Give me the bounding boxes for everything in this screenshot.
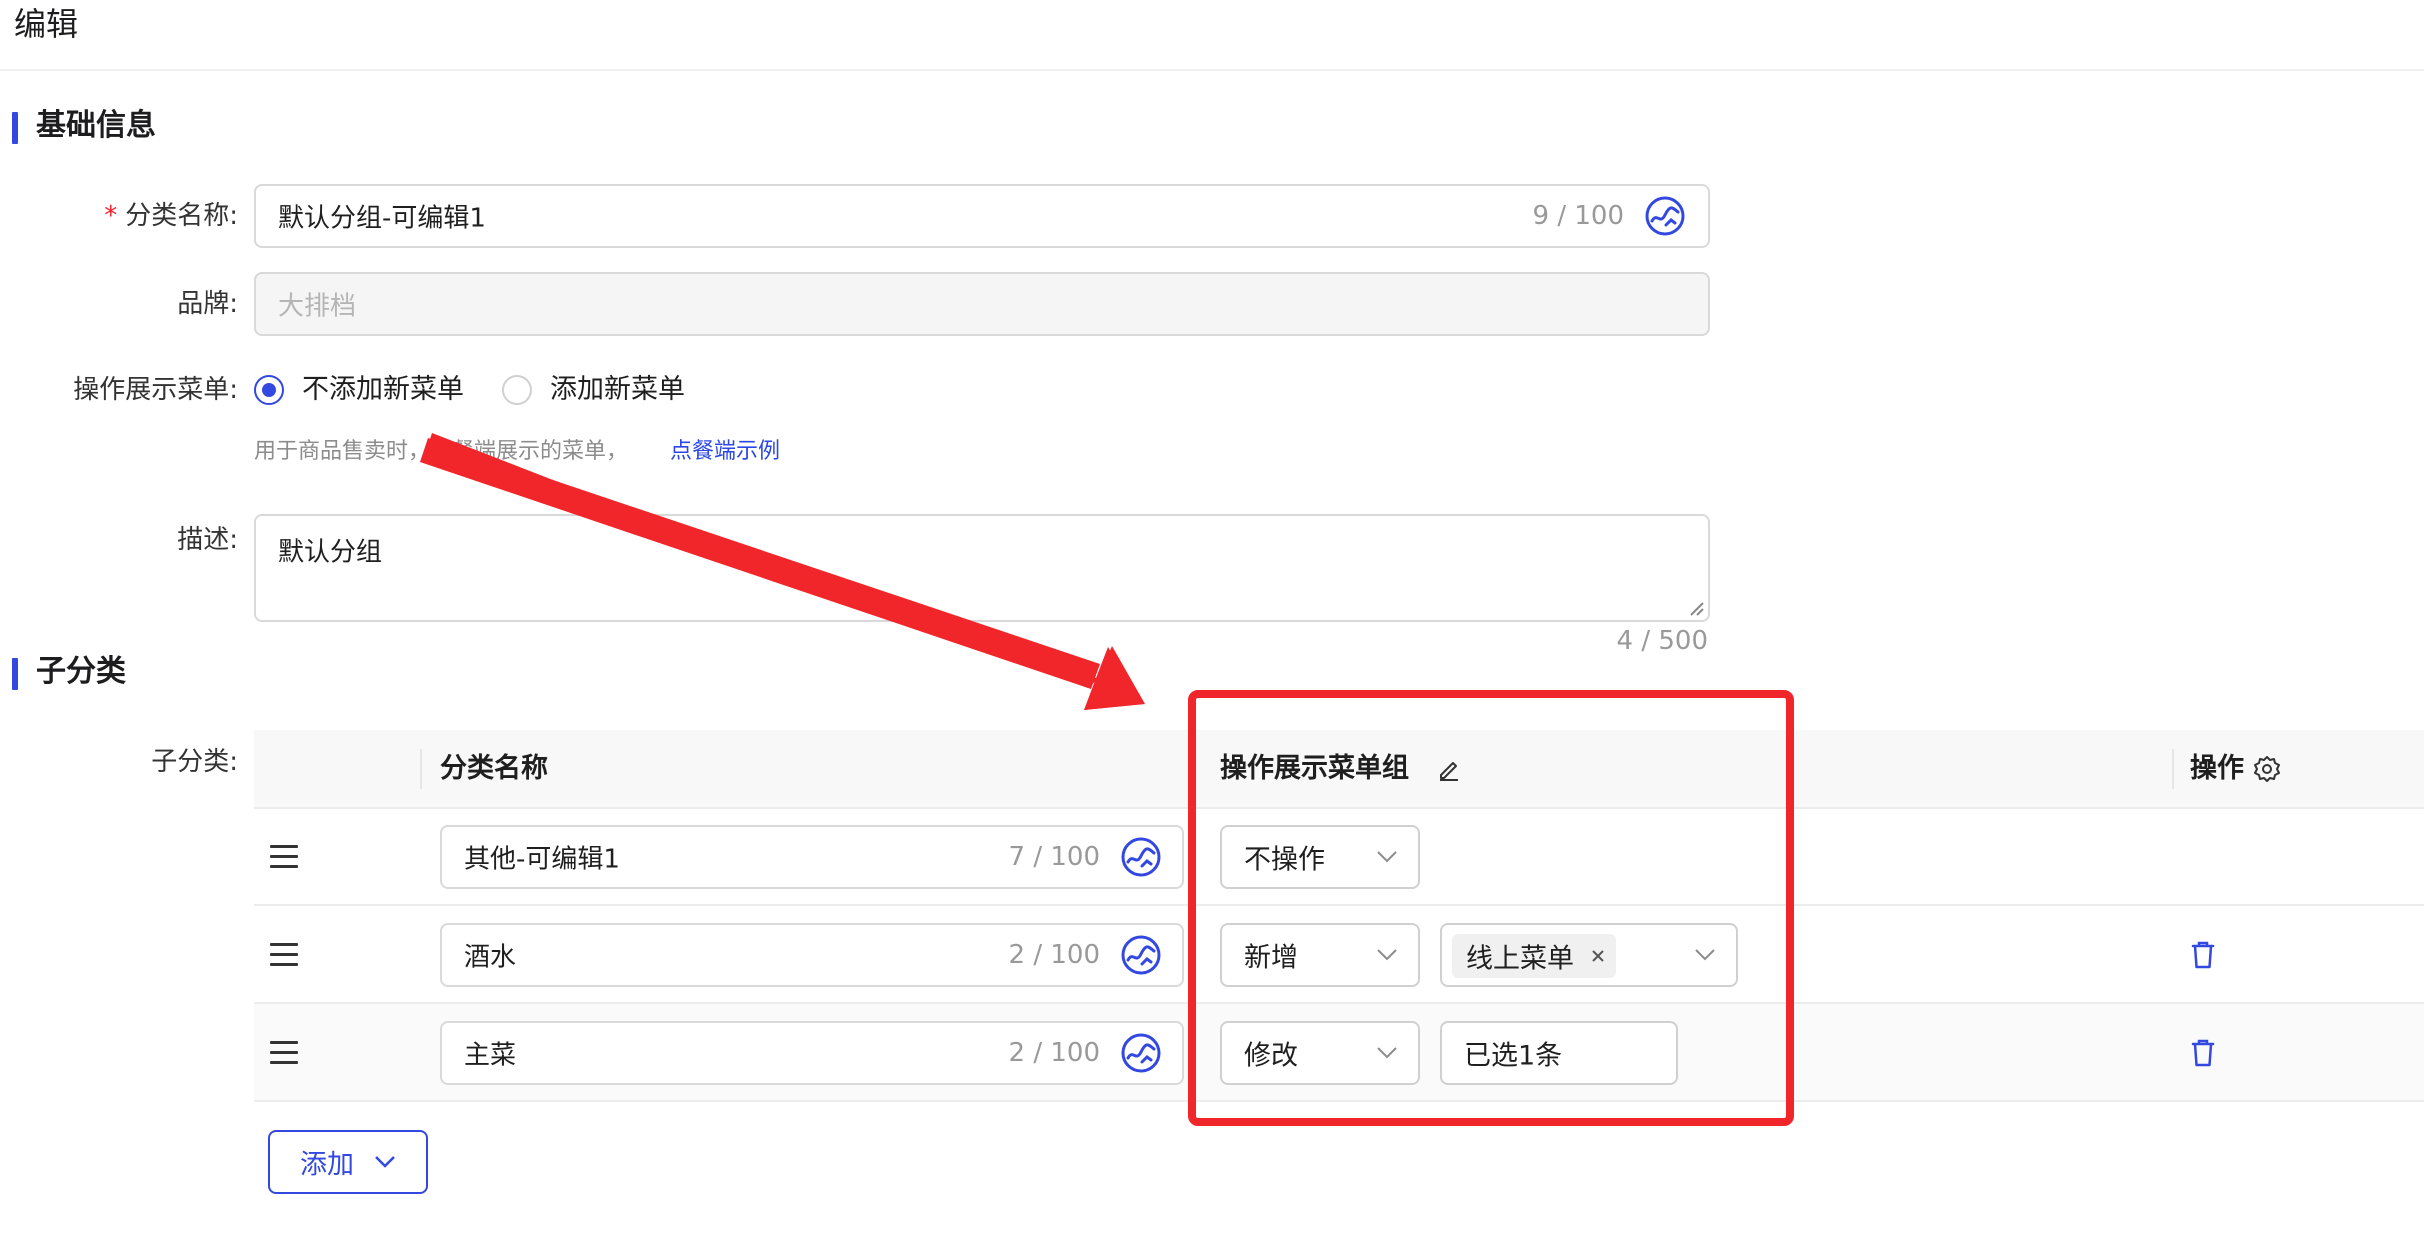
- drag-handle-icon[interactable]: [270, 845, 298, 869]
- ai-assist-icon[interactable]: [1644, 195, 1686, 237]
- add-button-label: 添加: [300, 1149, 354, 1181]
- sub-category-name-value: 酒水: [464, 942, 517, 973]
- sub-category-name-input[interactable]: 酒水 2 / 100: [440, 923, 1184, 987]
- section-title-sub: 子分类: [36, 654, 126, 689]
- category-name-input[interactable]: 默认分组-可编辑1 9 / 100: [254, 184, 1710, 248]
- column-separator: [2172, 749, 2174, 789]
- menu-help-text: 用于商品售卖时，点餐端展示的菜单，: [254, 439, 629, 464]
- brand-input: 大排档: [254, 272, 1710, 336]
- description-label: 描述:: [177, 525, 238, 555]
- required-mark: *: [104, 201, 118, 231]
- ai-assist-icon[interactable]: [1120, 934, 1162, 976]
- ordering-example-link[interactable]: 点餐端示例: [670, 437, 780, 467]
- menu-display-label: 操作展示菜单:: [73, 375, 238, 405]
- char-counter: 2 / 100: [1008, 940, 1100, 970]
- sub-category-name-input[interactable]: 其他-可编辑1 7 / 100: [440, 825, 1184, 889]
- section-indicator: [12, 658, 18, 690]
- edit-page: 编辑 基础信息 * 分类名称: 默认分组-可编辑1 9 / 100 品牌: 大排档…: [0, 0, 2424, 1236]
- sub-category-name-value: 其他-可编辑1: [464, 844, 620, 875]
- category-name-value: 默认分组-可编辑1: [278, 203, 486, 234]
- header-action: 操作: [2190, 753, 2244, 784]
- category-name-label: * 分类名称:: [104, 201, 238, 231]
- page-title: 编辑: [14, 5, 79, 43]
- delete-icon[interactable]: [2190, 1038, 2216, 1068]
- drag-handle-icon[interactable]: [270, 1041, 298, 1065]
- drag-handle-icon[interactable]: [270, 943, 298, 967]
- char-counter: 7 / 100: [1008, 842, 1100, 872]
- description-textarea[interactable]: 默认分组: [254, 514, 1710, 622]
- radio-add-new-menu-label[interactable]: 添加新菜单: [550, 374, 685, 406]
- ai-assist-icon[interactable]: [1120, 1032, 1162, 1074]
- char-counter: 2 / 100: [1008, 1038, 1100, 1068]
- settings-gear-icon[interactable]: [2252, 754, 2282, 784]
- radio-no-new-menu-label[interactable]: 不添加新菜单: [302, 374, 464, 406]
- highlight-box: [1188, 690, 1794, 1126]
- radio-no-new-menu[interactable]: [254, 375, 284, 405]
- ai-assist-icon[interactable]: [1120, 836, 1162, 878]
- brand-label: 品牌:: [177, 289, 238, 319]
- radio-add-new-menu[interactable]: [502, 375, 532, 405]
- sub-category-label: 子分类:: [151, 747, 238, 777]
- brand-placeholder: 大排档: [278, 291, 357, 322]
- description-counter: 4 / 500: [1616, 626, 1708, 656]
- resize-handle-icon[interactable]: [1688, 600, 1704, 616]
- description-value: 默认分组: [278, 537, 383, 568]
- add-button[interactable]: 添加: [268, 1130, 428, 1194]
- char-counter: 9 / 100: [1532, 201, 1624, 231]
- section-title-basic: 基础信息: [36, 108, 156, 143]
- header-category-name: 分类名称: [440, 753, 548, 784]
- sub-category-name-input[interactable]: 主菜 2 / 100: [440, 1021, 1184, 1085]
- section-indicator: [12, 112, 18, 144]
- sub-category-name-value: 主菜: [464, 1040, 517, 1071]
- column-separator: [420, 749, 422, 789]
- delete-icon[interactable]: [2190, 940, 2216, 970]
- header-divider: [0, 69, 2424, 71]
- chevron-down-icon: [375, 1156, 395, 1168]
